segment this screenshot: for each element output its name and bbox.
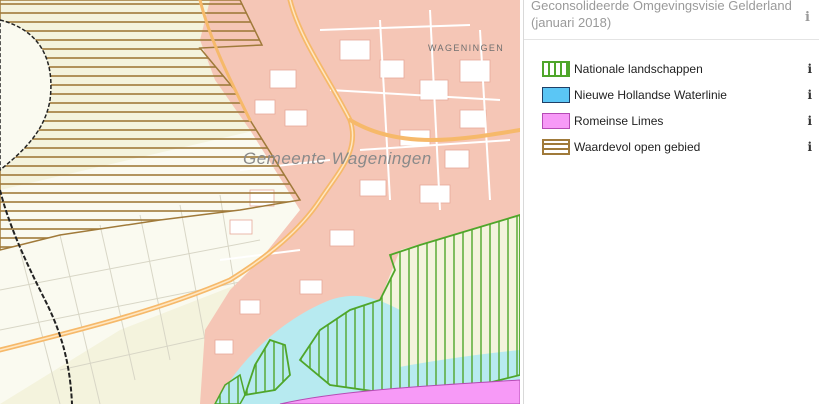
map-viewport[interactable]: Gemeente Wageningen WAGENINGEN: [0, 0, 520, 404]
legend-item-nieuwe-hollandse-waterlinie[interactable]: Nieuwe Hollandse Waterlinie i: [540, 85, 812, 105]
legend-label: Nieuwe Hollandse Waterlinie: [574, 88, 727, 102]
legend-label: Romeinse Limes: [574, 114, 664, 128]
solid-swatch-icon: [542, 113, 570, 129]
legend-list: Nationale landschappen i Nieuwe Hollands…: [540, 59, 812, 163]
legend-item-waardevol-open-gebied[interactable]: Waardevol open gebied i: [540, 137, 812, 157]
solid-swatch-icon: [542, 87, 570, 103]
legend-item-nationale-landschappen[interactable]: Nationale landschappen i: [540, 59, 812, 79]
legend-panel: Geconsolideerde Omgevingsvisie Gelderlan…: [523, 0, 819, 404]
legend-header: Geconsolideerde Omgevingsvisie Gelderlan…: [524, 0, 819, 40]
info-icon[interactable]: i: [807, 115, 812, 127]
town-label: WAGENINGEN: [428, 43, 504, 53]
map-canvas[interactable]: Gemeente Wageningen WAGENINGEN: [0, 0, 520, 404]
legend-item-romeinse-limes[interactable]: Romeinse Limes i: [540, 111, 812, 131]
layer-title: Geconsolideerde Omgevingsvisie Gelderlan…: [531, 0, 792, 30]
info-icon[interactable]: i: [805, 11, 810, 24]
info-icon[interactable]: i: [807, 141, 812, 153]
vertical-hatch-swatch-icon: [542, 61, 570, 77]
legend-label: Nationale landschappen: [574, 62, 703, 76]
municipality-label: Gemeente Wageningen: [243, 149, 432, 168]
info-icon[interactable]: i: [807, 63, 812, 75]
legend-label: Waardevol open gebied: [574, 140, 701, 154]
horizontal-hatch-swatch-icon: [542, 139, 570, 155]
info-icon[interactable]: i: [807, 89, 812, 101]
